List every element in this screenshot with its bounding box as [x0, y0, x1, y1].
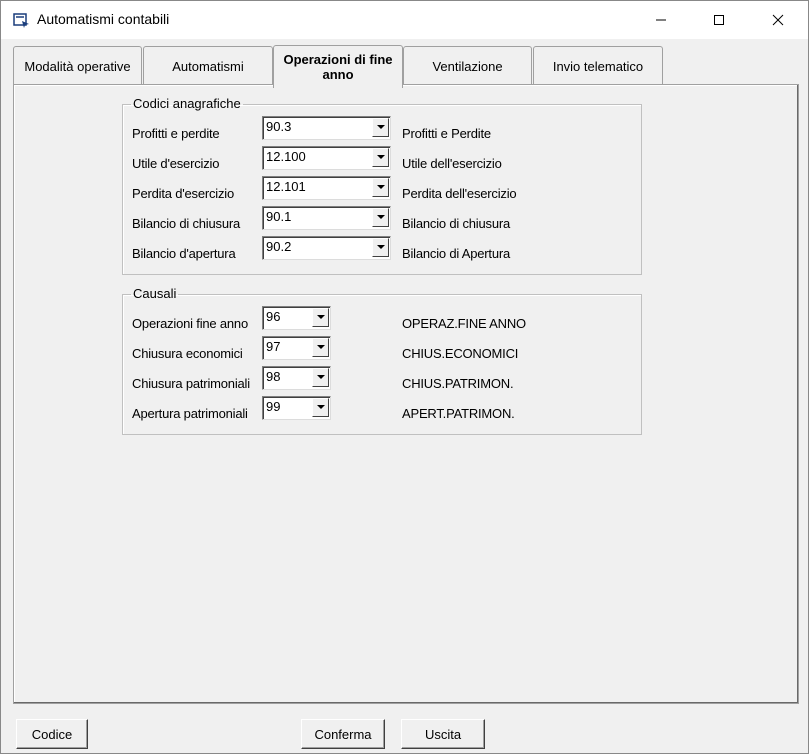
bilancio-chiusura-label: Bilancio di chiusura: [132, 216, 241, 231]
chevron-down-icon: [316, 375, 325, 379]
chevron-down-icon: [376, 125, 385, 129]
combo-value: 98: [266, 369, 281, 384]
minimize-button[interactable]: [632, 1, 690, 39]
dropdown-button[interactable]: [312, 398, 329, 417]
uscita-button-label: Uscita: [424, 726, 462, 742]
combo-value: 99: [266, 399, 281, 414]
minimize-icon: [656, 19, 666, 21]
tab-panel: Codici anagrafiche Profitti e perdite 90…: [13, 84, 799, 704]
tab-label: Invio telematico: [552, 58, 644, 74]
perdita-esercizio-label: Perdita d'esercizio: [132, 186, 235, 201]
conferma-button-label: Conferma: [314, 726, 372, 742]
tab-ventilazione[interactable]: Ventilazione: [403, 46, 532, 85]
dropdown-button[interactable]: [372, 208, 389, 227]
bilancio-apertura-desc: Bilancio di Apertura: [402, 246, 511, 261]
dropdown-button[interactable]: [312, 368, 329, 387]
chiusura-economici-label: Chiusura economici: [132, 346, 243, 361]
chevron-down-icon: [376, 155, 385, 159]
maximize-button[interactable]: [690, 1, 748, 39]
chiusura-economici-combo[interactable]: 97: [262, 336, 331, 360]
tab-invio-telematico[interactable]: Invio telematico: [533, 46, 663, 85]
tab-label: Operazioni di fine anno: [283, 52, 393, 82]
combo-value: 97: [266, 339, 281, 354]
dropdown-button[interactable]: [372, 178, 389, 197]
dropdown-button[interactable]: [372, 148, 389, 167]
bilancio-chiusura-desc: Bilancio di chiusura: [402, 216, 511, 231]
apertura-patrimoniali-label: Apertura patrimoniali: [132, 406, 248, 421]
chevron-down-icon: [316, 405, 325, 409]
perdita-esercizio-combo[interactable]: 12.101: [262, 176, 391, 200]
title-bar[interactable]: Automatismi contabili: [1, 1, 808, 39]
combo-value: 96: [266, 309, 281, 324]
app-window: Automatismi contabili Modalità operative…: [0, 0, 809, 754]
conferma-button[interactable]: Conferma: [301, 719, 385, 749]
close-button[interactable]: [749, 1, 807, 39]
utile-esercizio-label: Utile d'esercizio: [132, 156, 220, 171]
tab-modalita-operative[interactable]: Modalità operative: [13, 46, 142, 85]
utile-esercizio-combo[interactable]: 12.100: [262, 146, 391, 170]
chiusura-patrimoniali-desc: CHIUS.PATRIMON.: [402, 376, 514, 391]
dropdown-button[interactable]: [372, 118, 389, 137]
perdita-esercizio-desc: Perdita dell'esercizio: [402, 186, 517, 201]
codici-legend: Codici anagrafiche: [133, 96, 241, 111]
combo-value: 90.1: [266, 209, 292, 224]
codice-button-label: Codice: [31, 726, 73, 742]
chevron-down-icon: [376, 185, 385, 189]
chiusura-economici-desc: CHIUS.ECONOMICI: [402, 346, 519, 361]
dropdown-button[interactable]: [312, 338, 329, 357]
chevron-down-icon: [376, 245, 385, 249]
combo-value: 12.100: [266, 149, 306, 164]
chevron-down-icon: [316, 315, 325, 319]
dropdown-button[interactable]: [312, 308, 329, 327]
codice-button[interactable]: Codice: [16, 719, 88, 749]
profitti-perdite-desc: Profitti e Perdite: [402, 126, 491, 141]
tab-label: Automatismi: [172, 58, 244, 74]
tab-operazioni-fine-anno[interactable]: Operazioni di fine anno: [273, 45, 403, 88]
close-icon: [772, 14, 784, 26]
bilancio-chiusura-combo[interactable]: 90.1: [262, 206, 391, 230]
combo-value: 12.101: [266, 179, 306, 194]
chevron-down-icon: [376, 215, 385, 219]
profitti-perdite-label: Profitti e perdite: [132, 126, 220, 141]
combo-value: 90.3: [266, 119, 292, 134]
causali-legend: Causali: [133, 286, 177, 301]
uscita-button[interactable]: Uscita: [401, 719, 485, 749]
utile-esercizio-desc: Utile dell'esercizio: [402, 156, 502, 171]
bilancio-apertura-combo[interactable]: 90.2: [262, 236, 391, 260]
app-icon: [13, 13, 29, 28]
profitti-perdite-combo[interactable]: 90.3: [262, 116, 391, 140]
operazioni-fine-anno-desc: OPERAZ.FINE ANNO: [402, 316, 526, 331]
window-title: Automatismi contabili: [37, 11, 170, 27]
chevron-down-icon: [316, 345, 325, 349]
dropdown-button[interactable]: [372, 238, 389, 257]
operazioni-fine-anno-combo[interactable]: 96: [262, 306, 331, 330]
tab-label: Modalità operative: [24, 58, 131, 74]
maximize-icon: [714, 15, 724, 25]
bilancio-apertura-label: Bilancio d'apertura: [132, 246, 236, 261]
apertura-patrimoniali-combo[interactable]: 99: [262, 396, 331, 420]
chiusura-patrimoniali-combo[interactable]: 98: [262, 366, 331, 390]
operazioni-fine-anno-label: Operazioni fine anno: [132, 316, 248, 331]
tab-label: Ventilazione: [432, 58, 503, 74]
tab-automatismi[interactable]: Automatismi: [143, 46, 273, 85]
apertura-patrimoniali-desc: APERT.PATRIMON.: [402, 406, 515, 421]
combo-value: 90.2: [266, 239, 292, 254]
chiusura-patrimoniali-label: Chiusura patrimoniali: [132, 376, 250, 391]
